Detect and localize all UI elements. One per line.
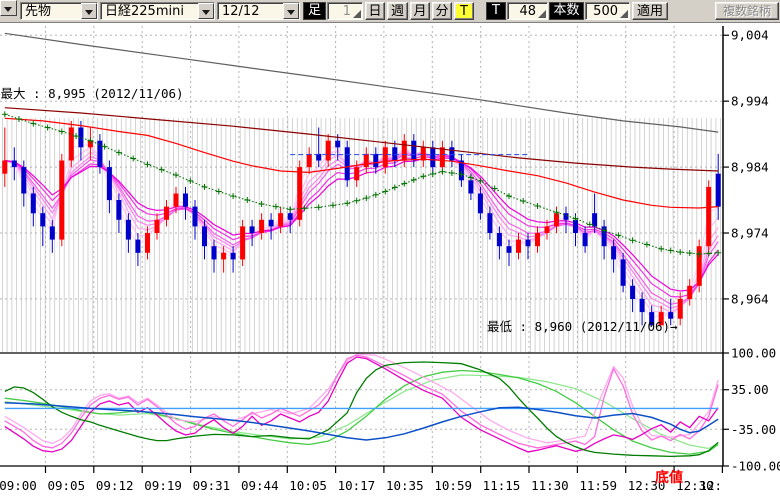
contract-month-select[interactable]: 12/12 bbox=[217, 2, 300, 20]
spinner-handle-icon[interactable] bbox=[538, 10, 546, 18]
symbol-select-value: 日経225mini bbox=[105, 4, 184, 19]
period-month-button[interactable]: 月 bbox=[410, 2, 430, 20]
period-day-button[interactable]: 日 bbox=[365, 2, 385, 20]
chevron-down-icon bbox=[202, 10, 210, 19]
apply-button[interactable]: 適用 bbox=[632, 2, 668, 20]
chart-application-window: 先物 日経225mini 12/12 足 1 日 週 月 分 T T 48 本数… bbox=[0, 0, 780, 500]
chevron-down-icon bbox=[85, 10, 93, 19]
svg-text:8,974: 8,974 bbox=[731, 226, 769, 241]
contract-month-arrow-icon[interactable] bbox=[283, 3, 299, 19]
svg-text:09:05: 09:05 bbox=[47, 478, 85, 493]
toolbar: 先物 日経225mini 12/12 足 1 日 週 月 分 T T 48 本数… bbox=[0, 0, 780, 23]
svg-text:8,964: 8,964 bbox=[731, 291, 769, 306]
bar-count-label: 本数 bbox=[549, 2, 584, 20]
symbol-select-arrow-icon[interactable] bbox=[198, 3, 214, 19]
svg-text:8,994: 8,994 bbox=[731, 94, 769, 109]
svg-text:10:59: 10:59 bbox=[434, 478, 472, 493]
svg-text:35.00: 35.00 bbox=[731, 382, 769, 397]
svg-text:09:00: 09:00 bbox=[0, 478, 37, 493]
svg-text:11:59: 11:59 bbox=[579, 478, 617, 493]
svg-text:10:17: 10:17 bbox=[338, 478, 376, 493]
tick-chart-button[interactable]: T bbox=[454, 2, 474, 20]
price-chart-canvas[interactable]: 9,004 8,994 8,984 8,974 8,964 100.00 35.00 -35.… bbox=[0, 23, 780, 500]
contract-month-value: 12/12 bbox=[222, 4, 259, 19]
symbol-select[interactable]: 日経225mini bbox=[100, 2, 215, 20]
chevron-down-icon bbox=[4, 7, 12, 16]
t-param-label: T bbox=[486, 2, 506, 20]
multi-symbol-button: 複数銘柄 bbox=[715, 2, 779, 20]
chevron-down-icon bbox=[287, 10, 295, 19]
svg-text:8,984: 8,984 bbox=[731, 160, 769, 175]
svg-text:10:05: 10:05 bbox=[289, 478, 327, 493]
svg-text:12:: 12: bbox=[699, 478, 722, 493]
t-param-value: 48 bbox=[519, 4, 536, 19]
svg-text:11:15: 11:15 bbox=[483, 478, 521, 493]
svg-text:100.00: 100.00 bbox=[731, 346, 776, 361]
bar-interval-value: 1 bbox=[343, 4, 351, 19]
period-minute-button[interactable]: 分 bbox=[432, 2, 452, 20]
market-select-value: 先物 bbox=[25, 4, 51, 19]
svg-text:09:19: 09:19 bbox=[144, 478, 182, 493]
market-select[interactable]: 先物 bbox=[20, 2, 98, 20]
bar-interval-spinner[interactable]: 1 bbox=[327, 2, 363, 20]
svg-text:11:30: 11:30 bbox=[531, 478, 569, 493]
market-select-arrow-icon[interactable] bbox=[81, 3, 97, 19]
bar-count-spinner[interactable]: 500 bbox=[585, 2, 630, 20]
svg-text:9,004: 9,004 bbox=[731, 28, 769, 43]
svg-text:底値: 底値 bbox=[655, 469, 683, 486]
period-week-button[interactable]: 週 bbox=[387, 2, 408, 20]
svg-text:09:31: 09:31 bbox=[193, 478, 231, 493]
svg-text:10:35: 10:35 bbox=[386, 478, 424, 493]
svg-text:09:12: 09:12 bbox=[96, 478, 134, 493]
hidden-dropdown-arrow-icon[interactable] bbox=[0, 0, 17, 16]
bar-count-value: 500 bbox=[593, 4, 618, 19]
svg-text:←最大 : 8,995 (2012/11/06): ←最大 : 8,995 (2012/11/06) bbox=[0, 86, 184, 101]
svg-text:-35.00: -35.00 bbox=[731, 422, 776, 437]
spinner-handle-icon[interactable] bbox=[353, 10, 361, 18]
svg-text:09:44: 09:44 bbox=[241, 478, 279, 493]
svg-text:-100.00: -100.00 bbox=[731, 459, 780, 474]
svg-text:最低 : 8,960 (2012/11/06)→: 最低 : 8,960 (2012/11/06)→ bbox=[487, 319, 678, 334]
spinner-handle-icon[interactable] bbox=[620, 10, 628, 18]
bar-type-label: 足 bbox=[303, 2, 326, 20]
t-param-spinner[interactable]: 48 bbox=[507, 2, 548, 20]
